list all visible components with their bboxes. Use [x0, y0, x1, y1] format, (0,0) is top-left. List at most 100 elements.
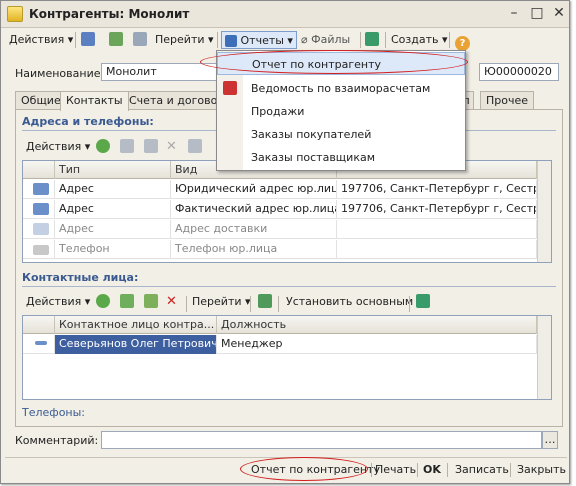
table-row[interactable]: Адрес Юридический адрес юр.лица 197706, … [23, 180, 537, 199]
toolbar-separator [360, 32, 361, 48]
icon-column-header [23, 161, 55, 179]
goto-menu-button[interactable]: Перейти ▾ [155, 31, 214, 49]
toolbar-separator [385, 32, 386, 48]
post-icon[interactable] [81, 31, 95, 49]
table-row[interactable]: Адрес Фактический адрес юр.лица 197706, … [23, 200, 537, 219]
menu-item-sales[interactable]: Продажи [217, 100, 465, 123]
column-header-type[interactable]: Тип [55, 161, 171, 179]
type-cell: Адрес [55, 180, 171, 199]
refresh-icon[interactable] [109, 31, 123, 49]
create-menu-button[interactable]: Создать ▾ [391, 31, 448, 49]
menu-item-customer-orders[interactable]: Заказы покупателей [217, 123, 465, 146]
actions-label: Действия [9, 33, 65, 46]
contacts-section-title: Контактные лица: [22, 271, 139, 284]
contacts-goto-label: Перейти [192, 295, 242, 308]
address-icon [23, 220, 55, 239]
actions-menu-button[interactable]: Действия ▾ [9, 31, 73, 49]
bottom-separator [510, 463, 511, 477]
address-icon [23, 200, 55, 219]
add-contact-icon[interactable] [96, 293, 110, 311]
menu-item-settlements-statement[interactable]: Ведомость по взаиморасчетам [217, 77, 465, 100]
copy-row-icon[interactable] [120, 138, 134, 156]
close-icon[interactable]: ✕ [550, 5, 568, 23]
reports-label: Отчеты [240, 34, 284, 47]
reports-menu-button[interactable]: Отчеты ▾ [221, 31, 297, 49]
icon-column-header [23, 316, 55, 334]
edit-contact-icon[interactable] [144, 293, 158, 311]
reports-dropdown-menu: Отчет по контрагенту Ведомость по взаимо… [216, 50, 466, 171]
kind-cell: Юридический адрес юр.лица [171, 180, 337, 199]
tab-contacts[interactable]: Контакты [60, 91, 129, 111]
print-button[interactable]: Печать [375, 462, 416, 478]
table-row[interactable]: Адрес Адрес доставки [23, 220, 537, 239]
files-button[interactable]: ⌀ Файлы [301, 31, 350, 49]
main-toolbar: Действия ▾ Перейти ▾ Отчеты ▾ ⌀ Файлы Со… [5, 29, 567, 51]
kind-cell: Адрес доставки [171, 220, 337, 239]
window-title: Контрагенты: Монолит [29, 7, 190, 21]
bottom-separator [417, 463, 418, 477]
copy-contact-icon[interactable] [120, 293, 134, 311]
kind-cell: Фактический адрес юр.лица [171, 200, 337, 219]
toolbar-separator [449, 32, 450, 48]
title-bar: Контрагенты: Монолит – □ ✕ [1, 1, 569, 28]
addresses-actions-button[interactable]: Действия ▾ [26, 138, 90, 156]
contact-name-cell: Северьянов Олег Петрович [55, 335, 217, 354]
type-cell: Адрес [55, 200, 171, 219]
copy-icon[interactable] [133, 31, 147, 49]
contact-icon [23, 335, 55, 354]
refresh-contacts-icon[interactable] [258, 293, 272, 311]
save-button[interactable]: Записать [455, 462, 509, 478]
comment-ellipsis-button[interactable]: … [542, 431, 558, 449]
value-cell [337, 240, 537, 259]
toolbar-separator [186, 296, 187, 312]
maximize-icon[interactable]: □ [528, 5, 546, 23]
report-by-counterparty-button[interactable]: Отчет по контрагенту [251, 462, 380, 478]
phone-icon [23, 240, 55, 259]
menu-item-report-by-counterparty[interactable]: Отчет по контрагенту [217, 52, 465, 75]
table-row[interactable]: Телефон Телефон юр.лица [23, 240, 537, 259]
name-field[interactable]: Монолит [101, 63, 221, 81]
value-cell: 197706, Санкт-Петербург г, Сестро... [337, 200, 537, 219]
table-header: Контактное лицо контра... Должность [23, 316, 537, 334]
help-icon[interactable]: ? [455, 31, 470, 51]
contacts-actions-label: Действия [26, 295, 82, 308]
add-icon[interactable] [96, 138, 110, 156]
kind-cell: Телефон юр.лица [171, 240, 337, 259]
addresses-scrollbar[interactable] [537, 161, 551, 262]
delete-contact-icon[interactable]: ✕ [166, 293, 177, 311]
addresses-table: Тип Вид Адрес Юридический адрес юр.лица … [22, 160, 552, 263]
table-row[interactable]: Северьянов Олег Петрович Менеджер [23, 335, 537, 354]
edit-icon[interactable] [144, 138, 158, 156]
save-icon[interactable] [188, 138, 202, 156]
tab-general[interactable]: Общие [15, 91, 67, 110]
bottom-bar: Отчет по контрагенту Печать OK Записать … [5, 457, 567, 481]
column-header-position[interactable]: Должность [217, 316, 537, 334]
comment-field[interactable] [101, 431, 542, 449]
contacts-actions-button[interactable]: Действия ▾ [26, 293, 90, 311]
minimize-icon[interactable]: – [505, 5, 523, 23]
contacts-goto-button[interactable]: Перейти ▾ [192, 293, 251, 311]
delete-icon[interactable]: ✕ [166, 138, 177, 156]
value-cell [337, 220, 537, 239]
column-header-contact[interactable]: Контактное лицо контра... [55, 316, 217, 334]
close-button[interactable]: Закрыть [517, 462, 566, 478]
section-divider [22, 286, 556, 287]
value-cell: 197706, Санкт-Петербург г, Сестро... [337, 180, 537, 199]
phones-label: Телефоны: [22, 406, 86, 419]
code-field[interactable]: Ю00000020 [479, 63, 559, 81]
comment-label: Комментарий: [15, 434, 99, 447]
toolbar-separator [278, 296, 279, 312]
email-icon[interactable] [365, 31, 379, 49]
type-cell: Адрес [55, 220, 171, 239]
contacts-scrollbar[interactable] [537, 316, 551, 399]
name-label: Наименование: [15, 67, 105, 80]
toolbar-separator [409, 296, 410, 312]
menu-item-supplier-orders[interactable]: Заказы поставщикам [217, 146, 465, 169]
ok-button[interactable]: OK [423, 462, 441, 478]
email-contact-icon[interactable] [416, 293, 430, 311]
set-main-button[interactable]: Установить основным [286, 293, 413, 311]
toolbar-separator [217, 32, 218, 48]
tab-other[interactable]: Прочее [480, 91, 535, 110]
type-cell: Телефон [55, 240, 171, 259]
create-label: Создать [391, 33, 439, 46]
